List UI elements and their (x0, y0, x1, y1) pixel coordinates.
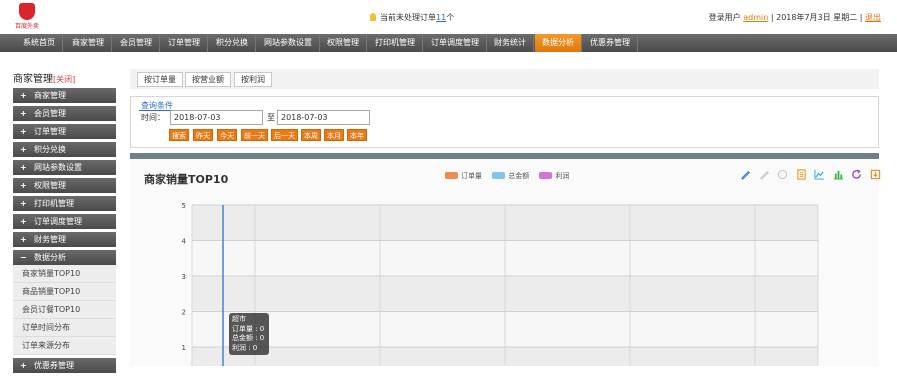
sidebar-item-order-source[interactable]: 订单来源分布 (13, 337, 116, 355)
tab-by-profit[interactable]: 按利润 (234, 72, 272, 87)
logo-icon (19, 3, 35, 20)
next-day-button[interactable]: 后一天 (271, 129, 298, 141)
legend-item-total[interactable]: 总金额 (492, 171, 529, 181)
username-link[interactable]: admin (743, 13, 768, 22)
lightbulb-icon (370, 13, 376, 21)
previous-day-button[interactable]: 前一天 (241, 129, 268, 141)
sidebar-item-product-top10[interactable]: 商品销量TOP10 (13, 283, 116, 301)
user-info: 登录用户 admin | 2018年7月3日 星期二 | 退出 (708, 13, 881, 22)
start-date-input[interactable]: 2018-07-03 (170, 110, 263, 125)
plus-icon: + (20, 199, 27, 208)
sidebar-group-printer[interactable]: + 打印机管理 (13, 196, 116, 211)
plus-icon: + (20, 181, 27, 190)
y-tick-label: 2 (182, 309, 186, 317)
this-month-button[interactable]: 本月 (324, 129, 344, 141)
nav-item-site-params[interactable]: 网站参数设置 (257, 34, 320, 52)
this-year-button[interactable]: 本年 (347, 129, 367, 141)
range-separator: 至 (267, 113, 275, 122)
nav-item-dispatch[interactable]: 订单调度管理 (424, 34, 487, 52)
logo-text: 百度外卖 (14, 23, 39, 30)
restore-icon[interactable] (851, 169, 862, 180)
sidebar-group-data-analysis[interactable]: − 数据分析 (13, 250, 116, 265)
minus-icon: − (20, 253, 27, 262)
plus-icon: + (20, 145, 27, 154)
nav-item-printer[interactable]: 打印机管理 (368, 34, 423, 52)
tab-by-revenue[interactable]: 按营业额 (185, 72, 231, 87)
plus-icon: + (20, 91, 27, 100)
pending-order-notice: 当前未处理订单11个 (370, 12, 454, 23)
sidebar-item-merchant-top10[interactable]: 商家销量TOP10 (13, 265, 116, 283)
sidebar-title: 商家管理[关闭] (13, 74, 76, 85)
sidebar-group-member[interactable]: + 会员管理 (13, 106, 116, 121)
sidebar-group-points[interactable]: + 积分兑换 (13, 142, 116, 157)
this-week-button[interactable]: 本周 (301, 129, 321, 141)
line-chart-icon[interactable] (814, 169, 825, 180)
chart-tooltip: 超市 订单量 : 0 总金额 : 0 利润 : 0 (229, 313, 269, 355)
sidebar-group-order[interactable]: + 订单管理 (13, 124, 116, 139)
chart-title: 商家销量TOP10 (144, 173, 229, 186)
sidebar-item-order-time[interactable]: 订单时间分布 (13, 319, 116, 337)
chart-toolbox (740, 169, 886, 180)
y-tick-label: 3 (182, 273, 186, 281)
y-tick-label: 5 (182, 202, 186, 210)
pending-order-count-link[interactable]: 11 (436, 13, 446, 22)
current-date: 2018年7月3日 星期二 (776, 13, 858, 22)
plus-icon: + (20, 127, 27, 136)
bar-chart-icon[interactable] (833, 169, 844, 180)
tab-by-orders[interactable]: 按订单量 (137, 72, 183, 87)
y-tick-label: 1 (182, 344, 186, 352)
nav-item-order[interactable]: 订单管理 (161, 34, 208, 52)
sidebar-close-link[interactable]: [关闭] (53, 75, 75, 84)
nav-item-merchant[interactable]: 商家管理 (65, 34, 112, 52)
main-nav: 系统首页 商家管理 会员管理 订单管理 积分兑换 网站参数设置 权限管理 打印机… (0, 34, 897, 52)
plus-icon: + (20, 235, 27, 244)
legend-swatch-total (492, 172, 506, 179)
mark-icon[interactable] (740, 169, 751, 180)
nav-item-points[interactable]: 积分兑换 (209, 34, 256, 52)
plus-icon: + (20, 109, 27, 118)
nav-item-home[interactable]: 系统首页 (16, 34, 63, 52)
nav-item-coupons[interactable]: 优惠券管理 (583, 34, 638, 52)
chart-panel: 5 4 3 2 1 商家销量TOP10 订单量 总金额 利润 超市 订单量 : 0 总金… (130, 153, 881, 366)
sidebar-group-finance[interactable]: + 财务管理 (13, 232, 116, 247)
legend-swatch-profit (539, 172, 553, 179)
sidebar-group-merchant[interactable]: + 商家管理 (13, 88, 116, 103)
search-button[interactable]: 搜索 (169, 129, 189, 141)
logout-link[interactable]: 退出 (865, 13, 881, 22)
sidebar-submenu: 商家销量TOP10 商品销量TOP10 会员订餐TOP10 订单时间分布 订单来… (13, 265, 116, 355)
sidebar-group-site-params[interactable]: + 网站参数设置 (13, 160, 116, 175)
mark-clear-icon[interactable] (777, 169, 788, 180)
today-button[interactable]: 今天 (217, 129, 237, 141)
nav-item-finance[interactable]: 财务统计 (487, 34, 534, 52)
sidebar-group-dispatch[interactable]: + 订单调度管理 (13, 214, 116, 229)
legend-swatch-orders (445, 172, 458, 179)
plus-icon: + (20, 163, 27, 172)
data-view-icon[interactable] (796, 169, 807, 180)
legend-item-orders[interactable]: 订单量 (445, 171, 482, 181)
tab-bar: 按订单量 按营业额 按利润 (130, 69, 879, 89)
end-date-input[interactable]: 2018-07-03 (277, 110, 370, 125)
mark-undo-icon[interactable] (759, 169, 770, 180)
logo: 百度外卖 (12, 3, 42, 30)
sidebar-item-member-top10[interactable]: 会员订餐TOP10 (13, 301, 116, 319)
legend-item-profit[interactable]: 利润 (539, 171, 569, 181)
time-label: 时间： (141, 113, 165, 122)
sidebar-group-permissions[interactable]: + 权限管理 (13, 178, 116, 193)
nav-item-member[interactable]: 会员管理 (113, 34, 160, 52)
nav-item-permissions[interactable]: 权限管理 (320, 34, 367, 52)
chart-legend: 订单量 总金额 利润 (445, 171, 577, 181)
save-image-icon[interactable] (870, 169, 881, 180)
plus-icon: + (20, 217, 27, 226)
nav-item-data-analysis[interactable]: 数据分析 (535, 34, 582, 52)
y-tick-label: 4 (182, 238, 187, 246)
sidebar-menu: + 商家管理 + 会员管理 + 订单管理 + 积分兑换 + 网站参数设置 + 权限管理 + 打… (13, 88, 116, 376)
yesterday-button[interactable]: 昨天 (193, 129, 213, 141)
query-panel: 查询条件 时间： 2018-07-03 至 2018-07-03 搜索 昨天 今… (130, 96, 879, 148)
top-bar: 百度外卖 当前未处理订单11个 登录用户 admin | 2018年7月3日 星… (0, 0, 897, 32)
